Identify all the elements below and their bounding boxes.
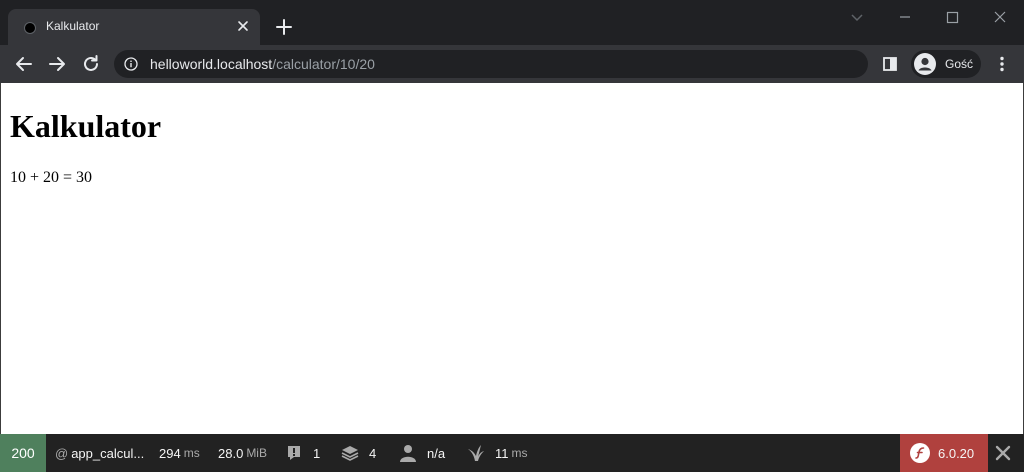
forward-button[interactable] <box>46 53 68 75</box>
cache-panel[interactable]: 4 <box>341 434 376 472</box>
new-tab-button[interactable] <box>273 16 295 38</box>
time-unit: ms <box>183 446 200 460</box>
route-prefix: @ <box>55 445 69 461</box>
close-icon <box>238 21 248 31</box>
tab-close-button[interactable] <box>234 17 252 35</box>
profile-button[interactable]: Gość <box>911 50 981 78</box>
close-icon <box>994 11 1006 23</box>
symfony-version-panel[interactable]: 6.0.20 <box>900 434 988 472</box>
maximize-icon <box>946 11 959 24</box>
profile-label: Gość <box>945 57 974 71</box>
time-value: 294 <box>159 445 181 461</box>
url-path: /calculator/10/20 <box>272 56 375 72</box>
close-window-button[interactable] <box>985 6 1015 28</box>
tab-title: Kalkulator <box>46 19 100 33</box>
more-vertical-icon <box>1000 56 1004 72</box>
route-name: app_calcul... <box>71 445 145 461</box>
chevron-down-icon <box>851 14 863 22</box>
minimize-icon <box>900 16 910 18</box>
time-panel[interactable]: 294 ms <box>159 434 200 472</box>
status-code-badge[interactable]: 200 <box>0 434 46 472</box>
exclamation-icon <box>288 446 300 460</box>
minimize-button[interactable] <box>890 6 920 28</box>
hide-toolbar-button[interactable] <box>992 442 1014 464</box>
reload-icon <box>84 55 98 71</box>
favicon-icon <box>24 22 36 34</box>
cache-count: 4 <box>369 445 377 461</box>
logs-count: 1 <box>313 445 321 461</box>
twig-panel[interactable]: 11 ms <box>467 434 528 472</box>
maximize-button[interactable] <box>937 6 967 28</box>
side-panel-button[interactable] <box>880 54 900 74</box>
symfony-logo-icon <box>910 443 930 463</box>
close-icon <box>995 445 1011 461</box>
security-panel[interactable]: n/a <box>399 434 445 472</box>
page-content: Kalkulator 10 + 20 = 30 <box>0 83 1024 434</box>
page-title: Kalkulator <box>10 108 162 144</box>
reload-button[interactable] <box>80 53 102 75</box>
logs-panel[interactable]: 1 <box>285 434 320 472</box>
twig-icon <box>468 445 484 461</box>
symfony-debug-toolbar: 200 @ app_calcul... 294 ms 28.0 MiB 1 4 <box>0 434 1024 472</box>
user-icon <box>400 445 416 462</box>
info-icon[interactable] <box>124 57 138 71</box>
back-button[interactable] <box>13 53 35 75</box>
arrow-right-icon <box>49 57 65 71</box>
memory-unit: MiB <box>246 446 267 460</box>
route-panel[interactable]: @ app_calcul... <box>55 434 144 472</box>
tab-strip: Kalkulator <box>0 0 1024 45</box>
symfony-version: 6.0.20 <box>938 445 975 461</box>
memory-panel[interactable]: 28.0 MiB <box>218 434 267 472</box>
user-value: n/a <box>427 445 446 461</box>
side-panel-icon <box>883 57 897 71</box>
plus-icon <box>276 19 292 35</box>
twig-time-value: 11 <box>495 445 509 461</box>
avatar-icon <box>914 53 936 75</box>
address-bar[interactable]: helloworld.localhost/calculator/10/20 <box>114 50 868 78</box>
tab-search-button[interactable] <box>842 6 872 28</box>
twig-time-unit: ms <box>511 446 528 460</box>
memory-value: 28.0 <box>218 445 244 461</box>
url-text: helloworld.localhost/calculator/10/20 <box>150 56 375 72</box>
calculation-result: 10 + 20 = 30 <box>10 169 93 186</box>
browser-menu-button[interactable] <box>992 54 1012 74</box>
layers-icon <box>341 446 359 461</box>
status-code: 200 <box>11 445 35 461</box>
arrow-left-icon <box>16 57 32 71</box>
browser-tab[interactable]: Kalkulator <box>8 9 260 45</box>
url-host: helloworld.localhost <box>150 56 273 72</box>
browser-toolbar: helloworld.localhost/calculator/10/20 Go… <box>0 45 1024 83</box>
